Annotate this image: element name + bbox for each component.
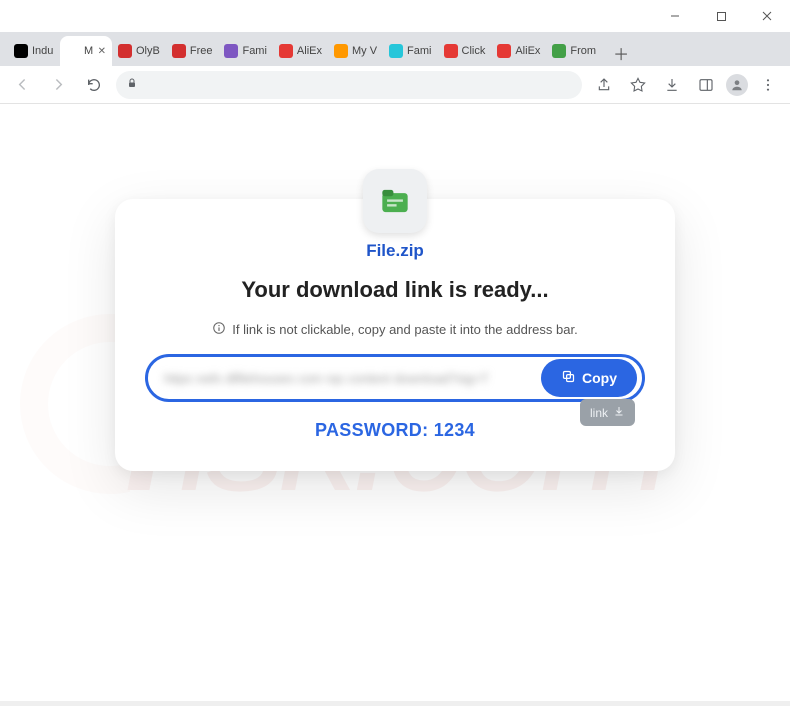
favicon <box>224 44 238 58</box>
forward-button[interactable] <box>44 71 72 99</box>
browser-tabstrip: InduM✕OlyBFreeFamiAliExMy VFamiClickAliE… <box>0 32 790 66</box>
browser-tab[interactable]: AliEx <box>491 36 546 66</box>
window-maximize-button[interactable] <box>698 0 744 32</box>
favicon <box>118 44 132 58</box>
file-icon <box>363 169 427 233</box>
browser-tab[interactable]: Indu <box>8 36 60 66</box>
omnibox[interactable] <box>116 71 582 99</box>
tab-label: OlyB <box>136 45 160 57</box>
file-name: File.zip <box>145 241 645 261</box>
link-value[interactable]: https vwfx dlfilehouses com rqs content … <box>148 371 536 386</box>
browser-tab[interactable]: Click <box>438 36 492 66</box>
tab-close-button[interactable]: ✕ <box>98 46 106 57</box>
tab-label: Free <box>190 45 213 57</box>
browser-toolbar <box>0 66 790 104</box>
toolbar-actions <box>590 71 782 99</box>
browser-tab[interactable]: OlyB <box>112 36 166 66</box>
favicon <box>172 44 186 58</box>
link-row: https vwfx dlfilehouses com rqs content … <box>145 354 645 402</box>
tab-label: Click <box>462 45 486 57</box>
back-button[interactable] <box>8 71 36 99</box>
download-card: File.zip Your download link is ready... … <box>115 199 675 471</box>
favicon <box>444 44 458 58</box>
bookmark-button[interactable] <box>624 71 652 99</box>
tab-label: Fami <box>407 45 431 57</box>
favicon <box>14 44 28 58</box>
tooltip-label: link <box>590 406 608 420</box>
link-tooltip: link <box>580 399 635 426</box>
tab-label: M <box>84 45 93 57</box>
browser-tab[interactable]: Fami <box>383 36 437 66</box>
browser-tab[interactable]: AliEx <box>273 36 328 66</box>
reload-button[interactable] <box>80 71 108 99</box>
share-button[interactable] <box>590 71 618 99</box>
favicon <box>389 44 403 58</box>
window-minimize-button[interactable] <box>652 0 698 32</box>
kebab-menu-button[interactable] <box>754 71 782 99</box>
password-label: PASSWORD: 1234 <box>145 420 645 441</box>
tab-label: My V <box>352 45 377 57</box>
hint-row: If link is not clickable, copy and paste… <box>145 321 645 338</box>
favicon <box>66 44 80 58</box>
info-icon <box>212 321 226 338</box>
favicon <box>497 44 511 58</box>
copy-icon <box>561 369 576 387</box>
page-viewport: risk.com File.zip Your download link is … <box>0 104 790 706</box>
browser-tab[interactable]: Fami <box>218 36 272 66</box>
tab-label: Fami <box>242 45 266 57</box>
tab-label: AliEx <box>297 45 322 57</box>
window-close-button[interactable] <box>744 0 790 32</box>
tab-label: From <box>570 45 596 57</box>
favicon <box>279 44 293 58</box>
copy-button[interactable]: Copy <box>541 359 637 397</box>
download-headline: Your download link is ready... <box>145 277 645 303</box>
browser-tab[interactable]: M✕ <box>60 36 112 66</box>
lock-icon <box>126 77 138 92</box>
downloads-button[interactable] <box>658 71 686 99</box>
tab-label: Indu <box>32 45 53 57</box>
hint-text: If link is not clickable, copy and paste… <box>232 322 577 337</box>
download-arrow-icon <box>613 405 625 420</box>
favicon <box>334 44 348 58</box>
browser-tab[interactable]: My V <box>328 36 383 66</box>
favicon <box>552 44 566 58</box>
sidepanel-button[interactable] <box>692 71 720 99</box>
tab-label: AliEx <box>515 45 540 57</box>
browser-tab[interactable]: Free <box>166 36 219 66</box>
footer-edge <box>0 701 790 706</box>
copy-button-label: Copy <box>582 370 617 386</box>
window-titlebar <box>0 0 790 32</box>
profile-avatar-button[interactable] <box>726 74 748 96</box>
new-tab-button[interactable]: ＋ <box>608 40 634 66</box>
browser-tab[interactable]: From <box>546 36 602 66</box>
